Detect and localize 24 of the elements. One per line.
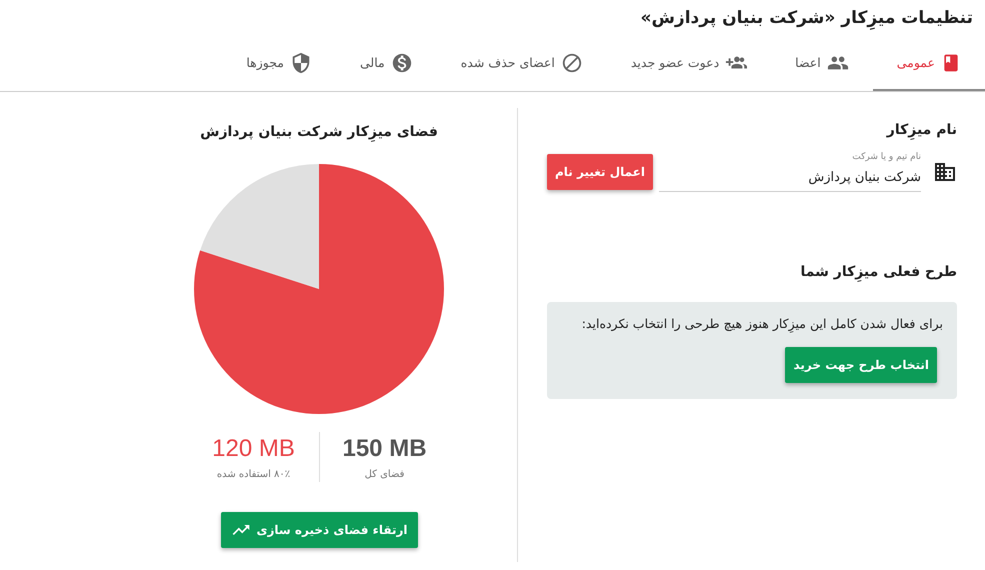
upgrade-button[interactable]: ارتقاء فضای ذخیره سازی [220,512,418,548]
page-title: تنظیمات میزِکار «شرکت بنیان پردازش» [639,7,974,32]
used-value: 120 MB [212,434,295,462]
block-icon [560,52,583,74]
used-label: ۸۰٪ استفاده شده [216,468,290,480]
total-value: 150 MB [342,434,427,462]
rename-button[interactable]: اعمال تغییر نام [547,154,653,190]
tab[interactable]: مجوزها [222,36,336,91]
tab[interactable]: دعوت عضو جدید [606,36,772,91]
choose-plan-button[interactable]: انتخاب طرح جهت خرید [785,347,937,383]
tab[interactable]: اعضای حذف شده [436,36,607,91]
tab[interactable]: مالی [336,36,437,91]
chart-title: فضای میزِکار شرکت بنیان پردازش [200,124,438,140]
tab[interactable]: عمومی [872,36,985,91]
building-icon [933,160,957,184]
field-value: شرکت بنیان پردازش [807,170,921,185]
plan-message: برای فعال شدن کامل این میزِکار هنوز هیچ طرحی را انتخاب نکرده‌اید: [580,316,943,331]
section-heading: نام میزِکار [885,122,957,138]
section-heading: طرح فعلی میزِکار شما [799,264,957,280]
field-label: نام تیم و یا شرکت [851,152,921,162]
total-label: فضای کل [364,468,404,480]
tab[interactable]: اعضا [771,36,873,91]
input-field[interactable]: نام تیم و یا شرکت شرکت بنیان پردازش [658,152,921,192]
dollar-icon [390,52,413,74]
